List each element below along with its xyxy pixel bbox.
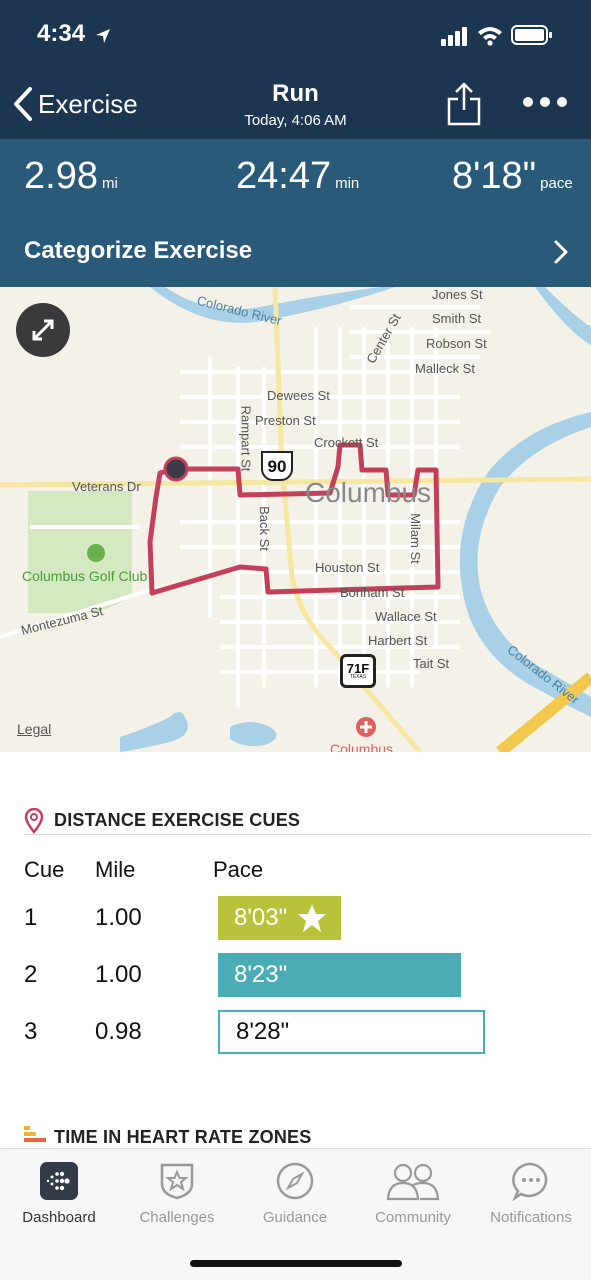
map-label-jones: Jones St [432, 287, 483, 302]
cues-title: DISTANCE EXERCISE CUES [54, 810, 301, 830]
pace-header: Pace [213, 857, 264, 882]
map-label-malleck: Malleck St [415, 361, 475, 376]
map-label-harbert: Harbert St [368, 633, 428, 648]
cue-number: 3 [24, 1018, 38, 1045]
categorize-exercise-button[interactable]: Categorize Exercise [0, 217, 591, 287]
chevron-right-icon [554, 240, 568, 264]
map-label-houston: Houston St [315, 560, 380, 575]
map-label-columbus-hospital: Columbus [330, 741, 394, 752]
notifications-icon [512, 1162, 548, 1201]
page-subtitle: Today, 4:06 AM [244, 112, 347, 129]
route-map[interactable]: 90 71F TEXAS Colorado River Jones St Smi… [0, 287, 591, 752]
cues-divider [24, 834, 591, 835]
guidance-icon [276, 1162, 314, 1200]
duration-stat: 24:47 min [236, 155, 359, 198]
distance-unit: mi [101, 175, 118, 192]
map-label-preston: Preston St [255, 413, 316, 428]
cue-number: 2 [24, 961, 38, 988]
tab-guidance[interactable]: Guidance [236, 1159, 354, 1226]
challenges-icon [160, 1163, 194, 1200]
fm-71f-shield: 71F TEXAS [340, 654, 376, 688]
tab-guidance-label: Guidance [262, 1209, 328, 1226]
distance-stat: 2.98 mi [24, 155, 118, 198]
mile-header: Mile [95, 857, 136, 882]
map-label-robson: Robson St [426, 336, 487, 351]
heart-zones-title: TIME IN HEART RATE ZONES [54, 1127, 312, 1147]
pace-value: 8'23" [234, 961, 288, 988]
pace-bar: 8'28" [218, 1010, 485, 1054]
tab-challenges-label: Challenges [139, 1209, 215, 1226]
map-label-back: Back St [256, 506, 272, 551]
pace-bar: 8'23" [218, 953, 461, 997]
star-icon [298, 904, 326, 932]
pace-unit: pace [540, 175, 573, 192]
wifi-icon [478, 27, 502, 46]
map-label-dewees: Dewees St [267, 388, 330, 403]
tab-notifications-label: Notifications [490, 1209, 572, 1226]
map-label-bonham: Bonham St [340, 585, 405, 600]
status-time: 4:34 [37, 20, 86, 47]
map-label-rampart: Rampart St [238, 405, 254, 472]
categorize-label: Categorize Exercise [24, 237, 253, 264]
location-arrow-icon [96, 29, 110, 43]
map-label-smith: Smith St [432, 311, 482, 326]
expand-icon [32, 319, 54, 341]
tab-dashboard[interactable]: Dashboard [0, 1159, 118, 1226]
map-label-crockett: Crockett St [314, 435, 379, 450]
cue-header: Cue [24, 857, 65, 882]
us-90-label: 90 [267, 457, 287, 476]
map-label-veterans: Veterans Dr [72, 479, 141, 494]
tab-notifications[interactable]: Notifications [472, 1159, 590, 1226]
tab-community-label: Community [375, 1209, 451, 1226]
stats-bar: 2.98 mi 24:47 min 8'18" pace [0, 139, 591, 217]
distance-value: 2.98 [24, 155, 98, 197]
duration-value: 24:47 [236, 155, 332, 197]
home-indicator [190, 1260, 402, 1267]
map-label-tait: Tait St [413, 656, 450, 671]
heart-zones-icon [24, 1126, 46, 1142]
more-icon[interactable] [522, 96, 568, 108]
dashboard-icon [40, 1162, 78, 1200]
us-90-shield: 90 [261, 451, 293, 481]
share-icon[interactable] [446, 82, 482, 126]
community-icon [386, 1163, 440, 1201]
pace-bar: 8'03" [218, 896, 341, 940]
map-label-wallace: Wallace St [375, 609, 437, 624]
map-label-columbus: Columbus [305, 477, 432, 508]
pace-value: 8'03" [234, 904, 288, 931]
map-canvas [0, 287, 591, 752]
cue-mile: 1.00 [95, 904, 142, 931]
nav-bar: Exercise Run Today, 4:06 AM [0, 70, 591, 139]
status-bar: 4:34 [0, 0, 591, 70]
expand-map-button[interactable] [16, 303, 70, 357]
tab-dashboard-label: Dashboard [22, 1209, 96, 1226]
pace-value: 8'28" [236, 1018, 290, 1045]
tab-challenges[interactable]: Challenges [118, 1159, 236, 1226]
map-label-milam: Milam St [407, 513, 423, 564]
cue-number: 1 [24, 904, 38, 931]
location-pin-icon [24, 808, 44, 834]
legal-link[interactable]: Legal [17, 721, 51, 737]
cue-mile: 1.00 [95, 961, 142, 988]
battery-icon [511, 25, 552, 45]
signal-icon [441, 27, 467, 46]
pace-stat: 8'18" pace [452, 155, 573, 198]
duration-unit: min [335, 175, 360, 192]
page-title: Run [272, 80, 319, 107]
map-label-golf-club: Columbus Golf Club [22, 568, 148, 584]
cue-mile: 0.98 [95, 1018, 142, 1045]
tab-community[interactable]: Community [354, 1159, 472, 1226]
pace-value: 8'18" [452, 155, 537, 197]
